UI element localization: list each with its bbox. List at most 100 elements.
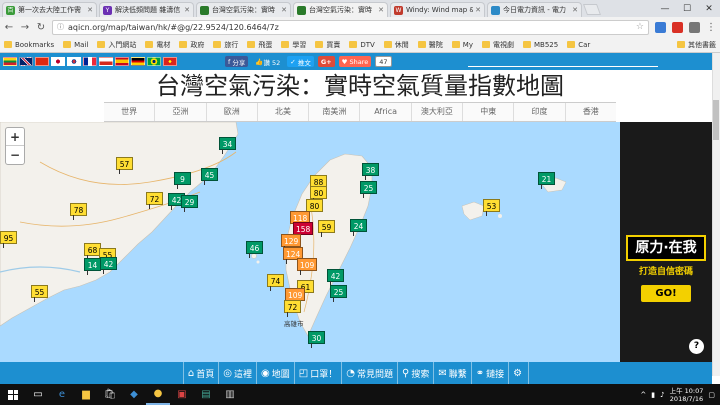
region-tab[interactable]: 北美 [256, 103, 308, 121]
close-tab-icon[interactable]: ✕ [572, 6, 578, 14]
extension-icon[interactable] [689, 21, 700, 33]
aqi-marker[interactable]: 129 [281, 234, 302, 251]
bookmark-item[interactable]: Mail [63, 41, 88, 49]
browser-tab[interactable]: Y 解決低頻問題 雜濤信 ✕ [99, 2, 194, 17]
reload-icon[interactable]: ↻ [36, 22, 46, 33]
ad-go-button[interactable]: GO! [641, 285, 691, 302]
app-icon[interactable]: ▣ [170, 384, 194, 405]
notification-icon[interactable]: ▢ [708, 391, 715, 399]
app-icon[interactable]: ▥ [218, 384, 242, 405]
flag-icon[interactable] [51, 57, 65, 66]
tweet-button[interactable]: ✓ 推文 [287, 56, 314, 67]
aqi-marker[interactable]: 74 [267, 274, 284, 291]
forward-icon[interactable]: → [20, 22, 30, 33]
bookmark-item[interactable]: 飛蛋 [247, 40, 272, 50]
network-icon[interactable]: ▮ [651, 391, 655, 399]
aqi-marker[interactable]: 9 [174, 172, 191, 189]
bookmark-item[interactable]: 政府 [179, 40, 204, 50]
flag-icon[interactable] [147, 57, 161, 66]
aqi-marker[interactable]: 45 [201, 168, 218, 185]
bookmark-item[interactable]: My [451, 41, 473, 49]
aqi-marker[interactable]: 59 [318, 220, 335, 237]
dropbox-icon[interactable]: ◆ [122, 384, 146, 405]
bookmark-item[interactable]: 學習 [281, 40, 306, 50]
bookmark-item[interactable]: Car [567, 41, 590, 49]
bookmark-item[interactable]: 買賣 [315, 40, 340, 50]
bookmark-item[interactable]: Bookmarks [4, 41, 54, 49]
volume-icon[interactable]: ♪ [660, 391, 664, 399]
taskbar-clock[interactable]: 上午 10:07 2018/7/16 [670, 387, 704, 403]
region-tab[interactable]: 澳大利亞 [410, 103, 462, 121]
back-icon[interactable]: ← [4, 22, 14, 33]
help-icon[interactable]: ? [689, 339, 704, 354]
close-tab-icon[interactable]: ✕ [475, 6, 481, 14]
flag-icon[interactable] [115, 57, 129, 66]
bottom-nav-item[interactable]: ⌂ 首頁 [182, 362, 218, 384]
browser-tab[interactable]: 今日電力資訊 - 電力 ✕ [487, 2, 582, 17]
aqi-marker[interactable]: 29 [181, 195, 198, 212]
extension-icon[interactable] [672, 21, 683, 33]
close-button[interactable]: ✕ [698, 4, 720, 14]
zoom-in-button[interactable]: + [6, 128, 24, 146]
aqi-marker[interactable]: 72 [284, 300, 301, 317]
bottom-nav-item[interactable]: ◎ 這裡 [218, 362, 256, 384]
aqi-marker[interactable]: 24 [350, 219, 367, 236]
aqi-marker[interactable]: 95 [0, 231, 17, 248]
browser-tab[interactable]: 台灣空氣污染：實時 ✕ [196, 2, 291, 17]
close-tab-icon[interactable]: ✕ [378, 6, 384, 14]
maximize-button[interactable]: ☐ [676, 4, 698, 14]
bottom-nav-item[interactable]: ◰ 口罩！ [293, 362, 341, 384]
extension-icon[interactable] [655, 21, 666, 33]
aqi-marker[interactable]: 25 [330, 285, 347, 302]
bookmark-item[interactable]: 醫院 [417, 40, 443, 50]
aqi-marker[interactable]: 42 [100, 257, 117, 274]
browser-tab[interactable]: W Windy: Wind map & ✕ [390, 2, 485, 17]
start-button[interactable] [0, 384, 26, 405]
store-icon[interactable]: 🛍 [98, 384, 122, 405]
app-icon[interactable]: ▤ [194, 384, 218, 405]
share-button[interactable]: ♥ Share [338, 56, 372, 67]
aqi-marker[interactable]: 53 [483, 199, 500, 216]
bookmark-item[interactable]: 休閒 [383, 40, 409, 50]
new-tab-button[interactable] [582, 4, 602, 15]
bottom-nav-item[interactable]: ⚲ 搜索 [396, 362, 433, 384]
browser-tab[interactable]: 百第一次去大陸工作需 ✕ [2, 2, 97, 17]
zoom-out-button[interactable]: − [6, 146, 24, 164]
aqi-marker[interactable]: 55 [31, 285, 48, 302]
flag-icon[interactable] [35, 57, 49, 66]
google-plus-button[interactable]: G+ [317, 56, 335, 67]
flag-icon[interactable] [99, 57, 113, 66]
aqi-marker[interactable]: 46 [246, 241, 263, 258]
region-tab[interactable]: Africa [359, 103, 410, 121]
file-explorer-icon[interactable]: ▆ [74, 384, 98, 405]
region-tab[interactable]: 印度 [513, 103, 564, 121]
bottom-nav-item[interactable]: ◔ 常見問題 [341, 362, 397, 384]
bottom-nav-item[interactable]: ⚭ 鏈接 [470, 362, 508, 384]
region-tab[interactable]: 香港 [564, 103, 616, 121]
browser-tab[interactable]: 台灣空氣污染：實時 ✕ [293, 2, 388, 17]
flag-icon[interactable] [3, 57, 17, 66]
like-button[interactable]: 👍 讚 52 [252, 56, 283, 67]
aqi-marker[interactable]: 30 [308, 331, 325, 348]
aqi-marker[interactable]: 78 [70, 203, 87, 220]
bookmark-other[interactable]: 其他書籤 [677, 40, 716, 50]
bookmark-item[interactable]: DTV [349, 41, 375, 49]
aqi-marker[interactable]: 21 [538, 172, 555, 189]
region-tab[interactable]: 中東 [462, 103, 513, 121]
city-search-input[interactable] [468, 66, 658, 67]
flag-icon[interactable] [67, 57, 81, 66]
chrome-icon[interactable]: ● [146, 384, 170, 405]
edge-icon[interactable]: e [50, 384, 74, 405]
minimize-button[interactable]: — [654, 4, 676, 14]
close-tab-icon[interactable]: ✕ [184, 6, 190, 14]
aqi-marker[interactable]: 25 [360, 181, 377, 198]
region-tab[interactable]: 世界 [104, 103, 154, 121]
task-view-icon[interactable]: ▭ [26, 384, 50, 405]
bookmark-item[interactable]: 入門網站 [97, 40, 136, 50]
aqi-marker[interactable]: 72 [146, 192, 163, 209]
aqi-map[interactable]: 高雄市 34 57 9 45 72 42 29 78 95 68 55 14 42 55 46 38 25 24 2… [0, 122, 620, 362]
aqi-marker[interactable]: 42 [327, 269, 344, 286]
flag-icon[interactable] [19, 57, 33, 66]
chevron-up-icon[interactable]: ^ [640, 391, 646, 399]
region-tab[interactable]: 亞洲 [154, 103, 205, 121]
